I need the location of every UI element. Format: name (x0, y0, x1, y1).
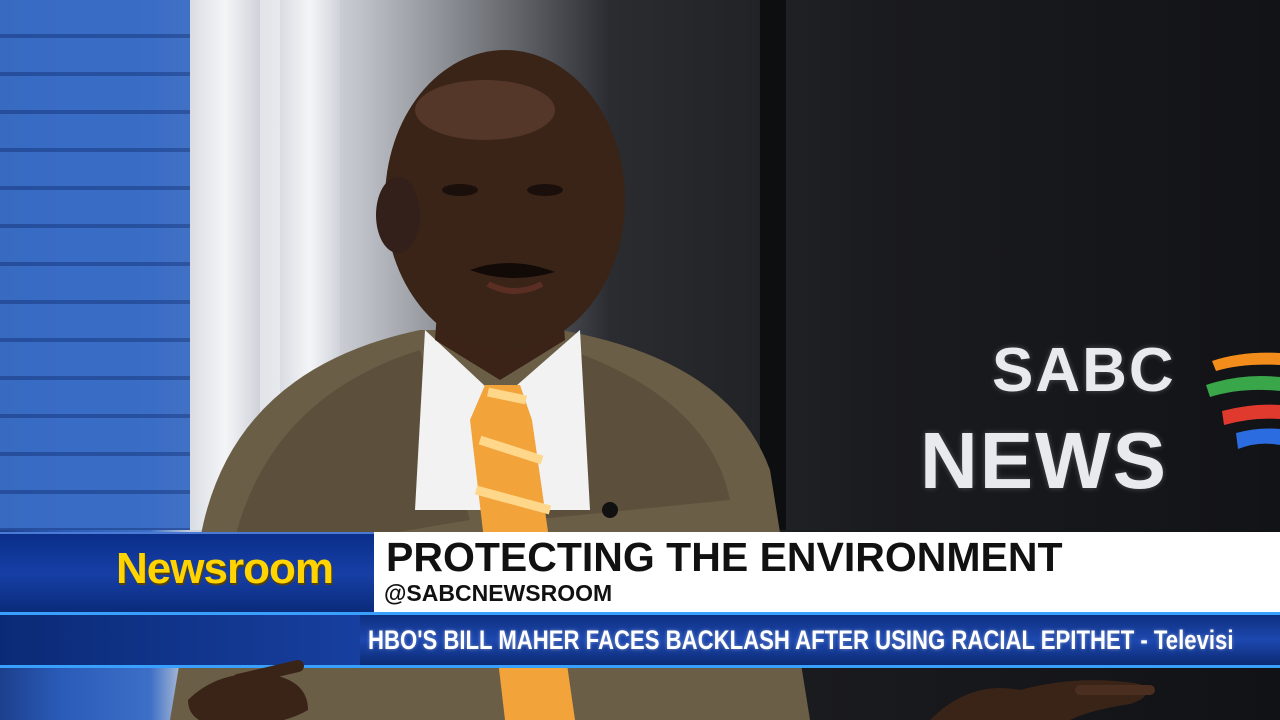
logo-flag-icon (1206, 352, 1280, 449)
lower-third: Newsroom PROTECTING THE ENVIRONMENT @SAB… (0, 532, 1280, 614)
headline-box: PROTECTING THE ENVIRONMENT @SABCNEWSROOM (374, 532, 1280, 612)
guest-left-hand (188, 660, 308, 720)
ticker-text: HBO'S BILL MAHER FACES BACKLASH AFTER US… (368, 625, 1234, 655)
logo-line-sabc: SABC (992, 336, 1176, 405)
headline-text: PROTECTING THE ENVIRONMENT (386, 534, 1063, 580)
newsroom-brand-box: Newsroom (0, 532, 374, 614)
guest-right-hand (930, 680, 1155, 720)
broadcast-frame: SABC NEWS Newsroom PROTECTING THE ENVIRO… (0, 0, 1280, 720)
newsroom-brand-label: Newsroom (116, 544, 334, 593)
logo-line-news: NEWS (920, 416, 1168, 505)
sabc-news-logo: SABC NEWS (920, 335, 1280, 515)
ticker-left-block (0, 615, 360, 665)
studio-window-backdrop (0, 0, 190, 530)
social-handle: @SABCNEWSROOM (384, 580, 613, 606)
